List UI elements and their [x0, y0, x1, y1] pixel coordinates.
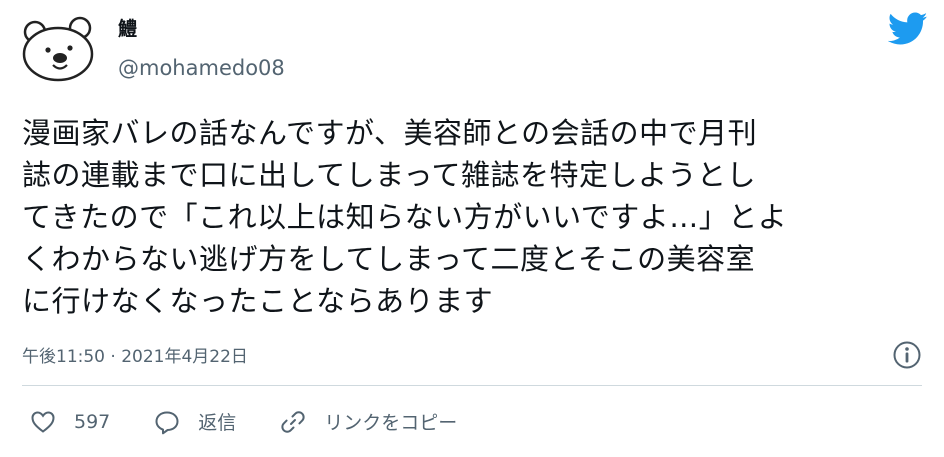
speech-bubble-icon: [155, 411, 179, 434]
reply-label: 返信: [198, 412, 237, 434]
copy-link-button[interactable]: リンクをコピー: [280, 408, 457, 435]
display-name[interactable]: 鱧: [118, 14, 137, 41]
like-count: 597: [74, 410, 111, 433]
user-handle[interactable]: @mohamedo08: [118, 56, 285, 80]
tweet-text: 漫画家バレの話なんですが、美容師との会話の中で月刊 誌の連載まで口に出してしまっ…: [22, 116, 788, 318]
heart-icon: [31, 410, 55, 433]
twitter-bird-icon[interactable]: [888, 12, 928, 46]
bear-avatar-icon[interactable]: [18, 12, 102, 84]
like-button[interactable]: 597: [30, 409, 110, 435]
action-bar: 597 返信 リンクをコピー: [30, 408, 501, 435]
divider: [22, 385, 922, 386]
tweet-timestamp[interactable]: 午後11:50 · 2021年4月22日: [22, 342, 248, 367]
copy-link-label: リンクをコピー: [324, 412, 458, 434]
reply-button[interactable]: 返信: [154, 408, 236, 435]
link-icon: [281, 410, 305, 433]
info-icon[interactable]: [892, 340, 922, 370]
